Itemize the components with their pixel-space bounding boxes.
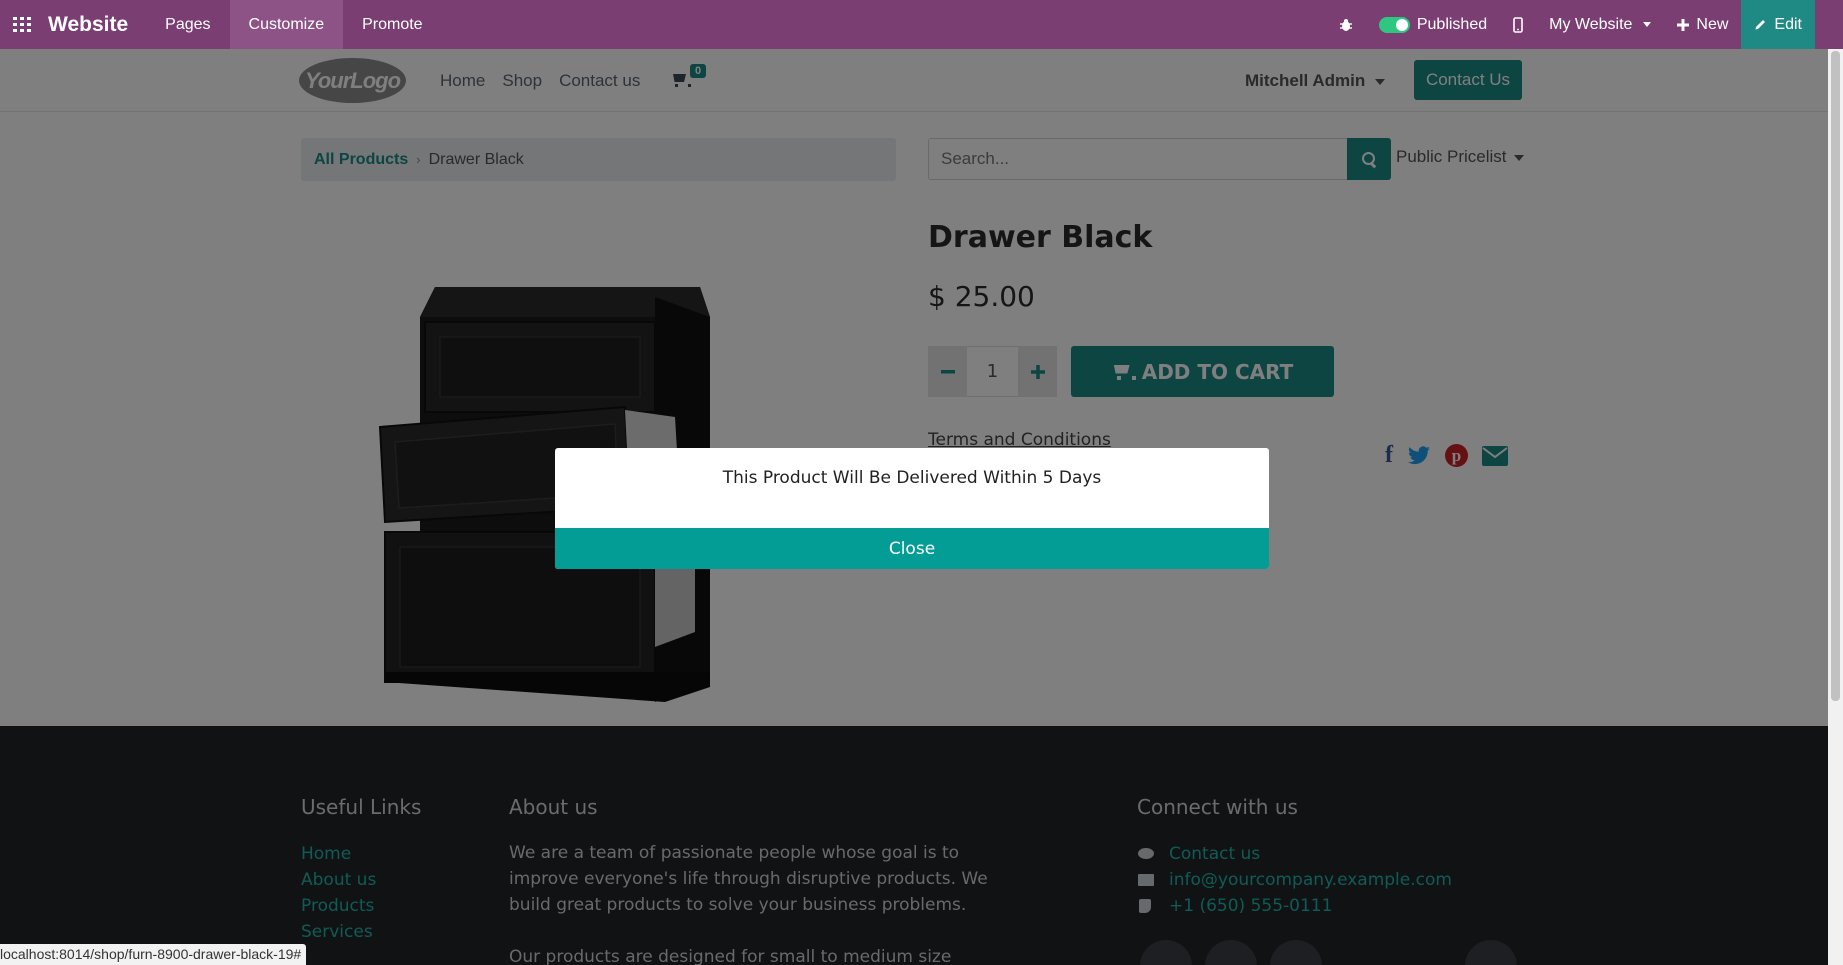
status-bar-url: localhost:8014/shop/furn-8900-drawer-bla… — [0, 944, 307, 965]
publish-toggle[interactable]: Published — [1366, 0, 1500, 49]
modal-close-button[interactable]: Close — [555, 528, 1269, 569]
menu-pages[interactable]: Pages — [146, 0, 229, 49]
new-button[interactable]: New — [1664, 0, 1741, 49]
navbar-extra — [1815, 0, 1843, 49]
new-label: New — [1696, 15, 1729, 33]
apps-grid-icon — [13, 17, 31, 32]
edit-button[interactable]: Edit — [1741, 0, 1815, 49]
plus-icon — [1677, 18, 1690, 31]
debug-button[interactable] — [1326, 0, 1366, 49]
menu-promote[interactable]: Promote — [343, 0, 441, 49]
apps-menu-button[interactable] — [0, 0, 44, 49]
my-website-label: My Website — [1549, 15, 1633, 33]
admin-navbar: Website Pages Customize Promote Publishe… — [0, 0, 1843, 49]
scrollbar-thumb[interactable] — [1831, 51, 1840, 701]
app-brand[interactable]: Website — [44, 0, 146, 49]
published-label: Published — [1416, 15, 1488, 33]
delivery-info-modal: This Product Will Be Delivered Within 5 … — [555, 448, 1269, 569]
edit-label: Edit — [1774, 15, 1802, 33]
toggle-switch-icon — [1378, 16, 1410, 33]
bug-icon — [1339, 18, 1352, 31]
menu-customize[interactable]: Customize — [229, 0, 344, 49]
pencil-icon — [1755, 20, 1766, 30]
caret-down-icon — [1643, 22, 1652, 27]
page-scrollbar[interactable] — [1828, 49, 1843, 965]
mobile-preview-button[interactable] — [1500, 0, 1536, 49]
modal-message: This Product Will Be Delivered Within 5 … — [722, 468, 1102, 488]
mobile-icon — [1513, 16, 1523, 33]
my-website-dropdown[interactable]: My Website — [1536, 0, 1664, 49]
